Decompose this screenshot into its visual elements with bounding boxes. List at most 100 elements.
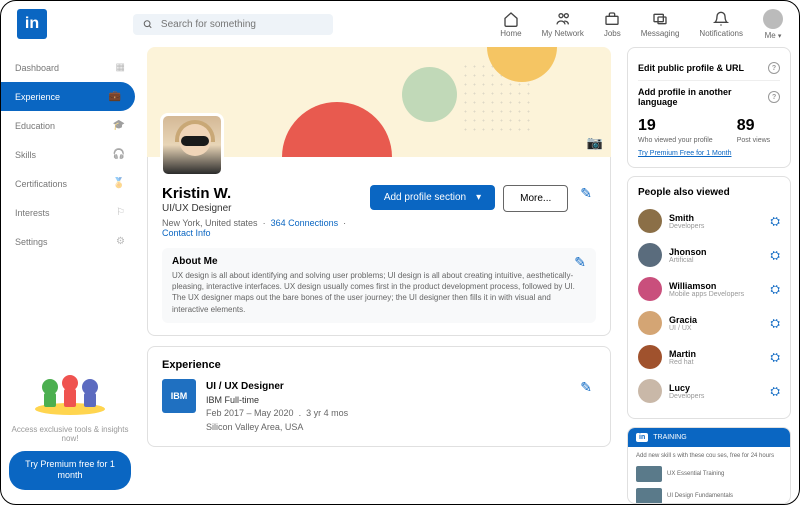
nav-messaging[interactable]: Messaging: [641, 11, 680, 38]
job-location: Silicon Valley Area, USA: [206, 421, 566, 435]
person-avatar: [638, 311, 662, 335]
job-dates: Feb 2017 – May 2020: [206, 408, 294, 418]
course-item[interactable]: UI Design Fundamentals: [636, 485, 782, 504]
more-button[interactable]: More...: [503, 185, 568, 212]
sidebar-item-settings[interactable]: Settings⚙: [1, 227, 139, 256]
promo-illustration: [20, 359, 120, 419]
profile-views-count: 19: [638, 117, 713, 135]
person-item[interactable]: LucyDevelopers ⛭: [638, 374, 780, 408]
person-role: UI / UX: [669, 325, 763, 332]
experience-card: Experience IBM UI / UX Designer IBM Full…: [147, 346, 611, 448]
person-avatar: [638, 345, 662, 369]
course-title: UX Essential Training: [667, 471, 724, 477]
training-label: TRAINING: [653, 434, 686, 441]
person-item[interactable]: SmithDevelopers ⛭: [638, 204, 780, 238]
chevron-down-icon: ▾: [476, 192, 481, 203]
sidebar-item-interests[interactable]: Interests⚐: [1, 198, 139, 227]
profile-views-label: Who viewed your profile: [638, 137, 713, 144]
person-avatar: [638, 243, 662, 267]
person-item[interactable]: WilliamsonMobile apps Developers ⛭: [638, 272, 780, 306]
linkedin-logo-small: in: [636, 433, 648, 442]
nav-home[interactable]: Home: [500, 11, 521, 38]
connect-icon[interactable]: ⛭: [770, 350, 780, 365]
person-item[interactable]: JhonsonArtificial ⛭: [638, 238, 780, 272]
search-input[interactable]: [161, 19, 323, 30]
connect-icon[interactable]: ⛭: [770, 248, 780, 263]
person-name: Smith: [669, 213, 763, 223]
try-premium-button[interactable]: Try Premium free for 1 month: [9, 451, 131, 490]
course-thumbnail: [636, 488, 662, 504]
person-role: Red hat: [669, 359, 763, 366]
profile-location: New York, United states: [162, 218, 258, 228]
edit-experience-icon[interactable]: ✎: [576, 379, 596, 435]
flag-icon: ⚐: [116, 207, 125, 218]
person-name: Gracia: [669, 315, 763, 325]
right-column: Edit public profile & URL? Add profile i…: [619, 47, 799, 504]
header: in Home My Network Jobs Messaging Notifi…: [1, 1, 799, 47]
post-views-count: 89: [737, 117, 770, 135]
connect-icon[interactable]: ⛭: [770, 384, 780, 399]
experience-heading: Experience: [162, 359, 596, 371]
people-viewed-card: People also viewed SmithDevelopers ⛭ Jho…: [627, 176, 791, 419]
sidebar-item-certifications[interactable]: Certifications🏅: [1, 169, 139, 198]
connect-icon[interactable]: ⛭: [770, 282, 780, 297]
premium-promo: Access exclusive tools & insights now! T…: [1, 351, 139, 498]
edit-url-link[interactable]: Edit public profile & URL?: [638, 58, 780, 78]
course-title: UI Design Fundamentals: [667, 493, 733, 499]
chevron-down-icon: ▾: [778, 33, 782, 40]
sidebar: Dashboard▦ Experience💼 Education🎓 Skills…: [1, 47, 139, 504]
person-avatar: [638, 379, 662, 403]
nav-notifications[interactable]: Notifications: [699, 11, 743, 38]
premium-link[interactable]: Try Premium Free for 1 Month: [638, 150, 780, 157]
help-icon[interactable]: ?: [768, 91, 780, 103]
person-item[interactable]: MartinRed hat ⛭: [638, 340, 780, 374]
profile-title: UI/UX Designer: [162, 203, 362, 214]
training-card: in TRAINING Add new skill s with these co…: [627, 427, 791, 504]
people-viewed-heading: People also viewed: [638, 187, 780, 198]
about-text: UX design is all about identifying and s…: [172, 270, 586, 315]
profile-url-card: Edit public profile & URL? Add profile i…: [627, 47, 791, 168]
edit-profile-icon[interactable]: ✎: [576, 185, 596, 202]
camera-icon[interactable]: 📷: [587, 135, 603, 151]
nav-network[interactable]: My Network: [542, 11, 584, 38]
profile-card: Kristin W. UI/UX Designer New York, Unit…: [147, 157, 611, 336]
connect-icon[interactable]: ⛭: [770, 214, 780, 229]
linkedin-logo[interactable]: in: [17, 9, 47, 39]
help-icon[interactable]: ?: [768, 62, 780, 74]
person-role: Developers: [669, 393, 763, 400]
promo-text: Access exclusive tools & insights now!: [9, 425, 131, 443]
person-role: Developers: [669, 223, 763, 230]
person-item[interactable]: GraciaUI / UX ⛭: [638, 306, 780, 340]
sidebar-item-experience[interactable]: Experience💼: [1, 82, 135, 111]
sidebar-item-skills[interactable]: Skills🎧: [1, 140, 139, 169]
about-heading: About Me: [172, 256, 586, 267]
gear-icon: ⚙: [116, 236, 125, 247]
contact-info-link[interactable]: Contact Info: [162, 228, 211, 238]
profile-photo[interactable]: [160, 113, 224, 177]
nav-jobs[interactable]: Jobs: [604, 11, 621, 38]
add-section-button[interactable]: Add profile section▾: [370, 185, 495, 210]
experience-item: IBM UI / UX Designer IBM Full-time Feb 2…: [162, 379, 596, 435]
connections-link[interactable]: 364 Connections: [271, 218, 339, 228]
profile-name: Kristin W.: [162, 185, 362, 202]
person-name: Williamson: [669, 281, 763, 291]
person-avatar: [638, 277, 662, 301]
sidebar-item-dashboard[interactable]: Dashboard▦: [1, 53, 139, 82]
grid-icon: ▦: [116, 62, 125, 73]
sidebar-item-education[interactable]: Education🎓: [1, 111, 139, 140]
headphones-icon: 🎧: [113, 149, 125, 160]
person-name: Jhonson: [669, 247, 763, 257]
add-language-link[interactable]: Add profile in another language?: [638, 80, 780, 111]
course-thumbnail: [636, 466, 662, 482]
company-logo: IBM: [162, 379, 196, 413]
nav-me[interactable]: Me ▾: [763, 9, 783, 40]
cap-icon: 🎓: [113, 120, 125, 131]
connect-icon[interactable]: ⛭: [770, 316, 780, 331]
edit-about-icon[interactable]: ✎: [570, 254, 590, 271]
avatar: [763, 9, 783, 29]
course-item[interactable]: UX Essential Training: [636, 463, 782, 485]
training-description: Add new skill s with these cou ses, free…: [636, 453, 782, 459]
job-duration: 3 yr 4 mos: [306, 408, 348, 418]
search-container[interactable]: [133, 14, 333, 35]
job-company: IBM Full-time: [206, 394, 566, 408]
